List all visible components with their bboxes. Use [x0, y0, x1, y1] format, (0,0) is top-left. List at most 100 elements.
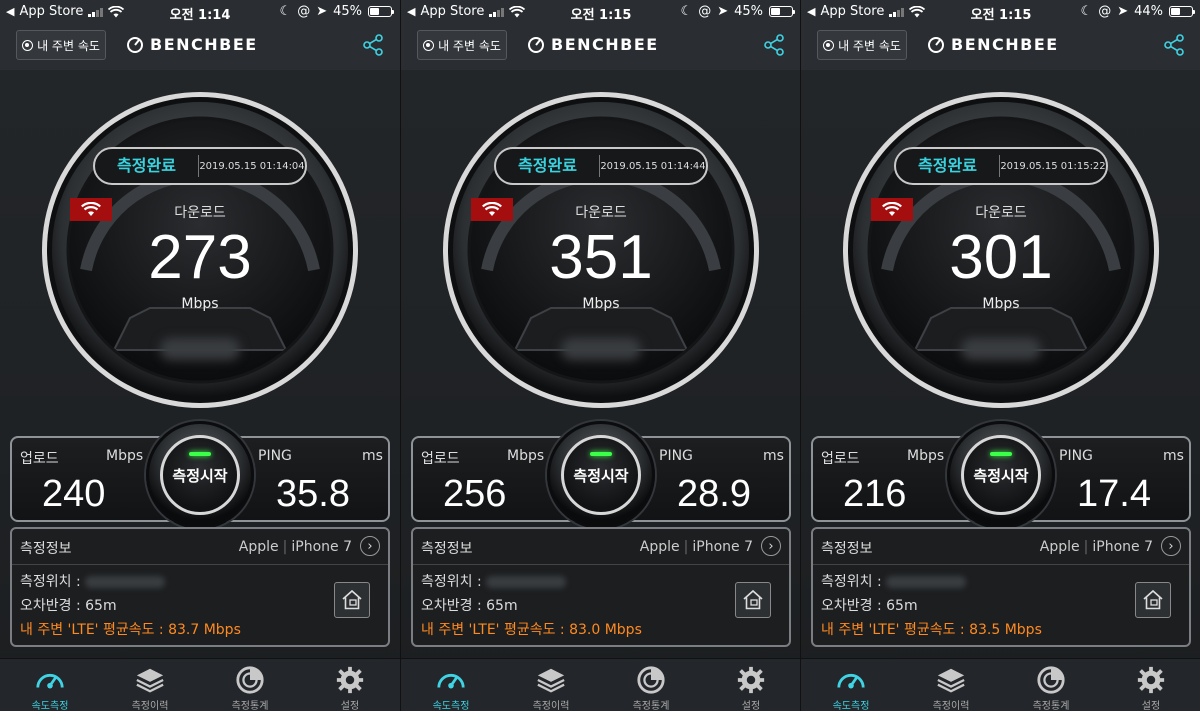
- share-icon[interactable]: [1163, 34, 1185, 56]
- start-test-button[interactable]: 측정시작: [561, 435, 641, 515]
- ping-unit: ms: [763, 448, 784, 464]
- layers-icon: [937, 668, 965, 693]
- result-datetime: 2019.05.15 01:14:44: [600, 160, 706, 172]
- measurement-info-panel: 측정정보 Apple | iPhone 7 › 측정위치 : 오차반경 : 65m …: [10, 527, 390, 647]
- tab-history[interactable]: 측정이력: [501, 659, 601, 711]
- tab-speed-test[interactable]: 속도측정: [801, 659, 901, 711]
- tab-bar: 속도측정 측정이력 측정통계 설정: [0, 658, 400, 711]
- tab-statistics[interactable]: 측정통계: [1001, 659, 1101, 711]
- share-icon[interactable]: [763, 34, 785, 56]
- gear-icon: [737, 666, 765, 694]
- benchbee-logo: BENCHBEE: [527, 35, 659, 54]
- measurement-info-panel: 측정정보 Apple | iPhone 7 › 측정위치 : 오차반경 : 65m …: [811, 527, 1191, 647]
- blurred-location: [85, 576, 166, 588]
- home-map-button[interactable]: [1135, 582, 1171, 618]
- home-map-button[interactable]: [735, 582, 771, 618]
- battery-icon: [769, 6, 795, 17]
- upload-value: 240: [42, 473, 106, 515]
- location-row: 측정위치 :: [821, 571, 967, 591]
- tab-statistics[interactable]: 측정통계: [200, 659, 300, 711]
- info-header[interactable]: 측정정보 Apple | iPhone 7 ›: [413, 529, 789, 565]
- tab-history[interactable]: 측정이력: [901, 659, 1001, 711]
- battery-percent: 44%: [1134, 4, 1163, 19]
- statistics-icon: [236, 666, 264, 694]
- info-header[interactable]: 측정정보 Apple | iPhone 7 ›: [12, 529, 388, 565]
- tab-label: 설정: [741, 701, 761, 711]
- location-row: 측정위치 :: [20, 571, 166, 591]
- result-status: 측정완료: [95, 155, 199, 177]
- info-title: 측정정보: [821, 541, 873, 557]
- status-bar: ◀ App Store 오전 1:15 ☾ @ ➤ 45%: [401, 0, 800, 24]
- logo-text: BENCHBEE: [951, 35, 1059, 54]
- battery-percent: 45%: [333, 4, 362, 19]
- tab-bar: 속도측정 측정이력 측정통계 설정: [801, 658, 1200, 711]
- screenshot-3: ◀ App Store 오전 1:15 ☾ @ ➤ 44% 내 주변 속도 BE…: [800, 0, 1200, 711]
- tab-statistics[interactable]: 측정통계: [601, 659, 701, 711]
- benchbee-logo: BENCHBEE: [927, 35, 1059, 54]
- benchbee-logo-icon: [928, 36, 944, 53]
- result-status-pill: 측정완료 2019.05.15 01:15:22: [894, 147, 1108, 185]
- rotation-lock-icon: @: [297, 4, 311, 19]
- ping-value: 35.8: [276, 473, 350, 515]
- upload-value: 216: [843, 473, 907, 515]
- tab-settings[interactable]: 설정: [300, 659, 400, 711]
- ping-unit: ms: [362, 448, 383, 464]
- speedometer-icon: [36, 673, 64, 689]
- upload-unit: Mbps: [907, 448, 945, 464]
- info-header[interactable]: 측정정보 Apple | iPhone 7 ›: [813, 529, 1189, 565]
- house-icon: [342, 589, 362, 610]
- nearby-speed-label: 내 주변 속도: [438, 38, 501, 53]
- upload-value: 256: [443, 473, 507, 515]
- download-value: 351: [549, 223, 653, 292]
- location-row: 측정위치 :: [421, 571, 567, 591]
- radius-row: 오차반경 : 65m: [421, 598, 518, 614]
- device-model: iPhone 7: [291, 539, 352, 555]
- tab-speed-test[interactable]: 속도측정: [0, 659, 100, 711]
- download-value: 273: [148, 223, 252, 292]
- tab-label: 속도측정: [31, 701, 69, 711]
- chevron-right-icon[interactable]: ›: [1161, 536, 1181, 556]
- ping-label: PING: [1059, 448, 1093, 464]
- layers-icon: [136, 668, 164, 693]
- blurred-carrier-label: [160, 338, 240, 360]
- home-map-button[interactable]: [334, 582, 370, 618]
- share-icon[interactable]: [362, 34, 384, 56]
- blurred-location: [886, 576, 967, 588]
- device-info: Apple | iPhone 7: [639, 539, 753, 555]
- tab-settings[interactable]: 설정: [1101, 659, 1200, 711]
- chevron-right-icon[interactable]: ›: [761, 536, 781, 556]
- tab-label: 측정통계: [231, 701, 269, 711]
- logo-text: BENCHBEE: [150, 35, 258, 54]
- location-label: 측정위치 :: [421, 574, 482, 590]
- start-test-button[interactable]: 측정시작: [160, 435, 240, 515]
- statistics-icon: [637, 666, 665, 694]
- info-title: 측정정보: [20, 541, 72, 557]
- moon-icon: ☾: [279, 4, 292, 19]
- tab-settings[interactable]: 설정: [701, 659, 800, 711]
- result-status-pill: 측정완료 2019.05.15 01:14:44: [494, 147, 708, 185]
- tab-label: 설정: [1141, 701, 1161, 711]
- tab-bar: 속도측정 측정이력 측정통계 설정: [401, 658, 800, 711]
- ping-unit: ms: [1163, 448, 1184, 464]
- battery-percent: 45%: [734, 4, 763, 19]
- device-brand: Apple: [639, 539, 680, 555]
- info-title: 측정정보: [421, 541, 473, 557]
- start-test-label: 측정시작: [973, 466, 1029, 485]
- nearby-speed-button[interactable]: 내 주변 속도: [16, 30, 106, 60]
- tab-history[interactable]: 측정이력: [100, 659, 200, 711]
- app-header: 내 주변 속도 BENCHBEE: [801, 24, 1200, 70]
- device-brand: Apple: [238, 539, 279, 555]
- location-label: 측정위치 :: [821, 574, 882, 590]
- result-status: 측정완료: [896, 155, 1000, 177]
- start-test-button[interactable]: 측정시작: [961, 435, 1041, 515]
- chevron-right-icon[interactable]: ›: [360, 536, 380, 556]
- ping-label: PING: [659, 448, 693, 464]
- upload-unit: Mbps: [507, 448, 545, 464]
- tab-speed-test[interactable]: 속도측정: [401, 659, 501, 711]
- screenshot-2: ◀ App Store 오전 1:15 ☾ @ ➤ 45% 내 주변 속도 BE…: [400, 0, 800, 711]
- download-label: 다운로드: [975, 205, 1027, 221]
- nearby-speed-button[interactable]: 내 주변 속도: [817, 30, 907, 60]
- tab-label: 속도측정: [832, 701, 870, 711]
- benchbee-logo-icon: [127, 36, 143, 53]
- nearby-speed-button[interactable]: 내 주변 속도: [417, 30, 507, 60]
